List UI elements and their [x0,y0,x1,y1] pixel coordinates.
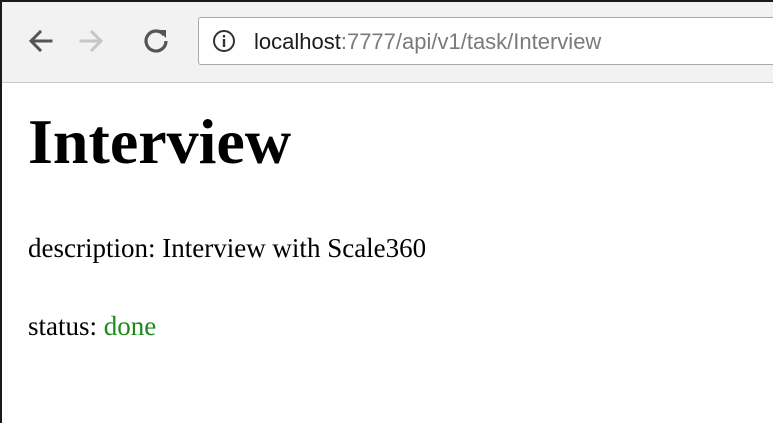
description-value: Interview with Scale360 [162,233,427,263]
browser-window: localhost:7777/api/v1/task/Interview Int… [0,0,773,423]
url-text[interactable]: localhost:7777/api/v1/task/Interview [254,30,601,54]
browser-toolbar: localhost:7777/api/v1/task/Interview [2,2,773,83]
reload-button[interactable] [141,26,171,56]
page-title: Interview [28,106,292,177]
url-host: localhost [254,29,341,54]
description-line: description: Interview with Scale360 [28,232,426,264]
description-label: description: [28,233,156,263]
reload-icon [144,29,168,53]
info-circle-icon[interactable] [212,29,236,53]
status-value: done [103,311,157,341]
url-path: :7777/api/v1/task/Interview [340,29,602,54]
back-button[interactable] [26,26,56,56]
address-bar[interactable]: localhost:7777/api/v1/task/Interview [198,17,773,65]
status-label: status: [28,311,98,341]
arrow-right-icon [79,29,104,53]
arrow-left-icon [28,29,53,53]
status-line: status: done [28,310,156,342]
forward-button[interactable] [76,26,106,56]
